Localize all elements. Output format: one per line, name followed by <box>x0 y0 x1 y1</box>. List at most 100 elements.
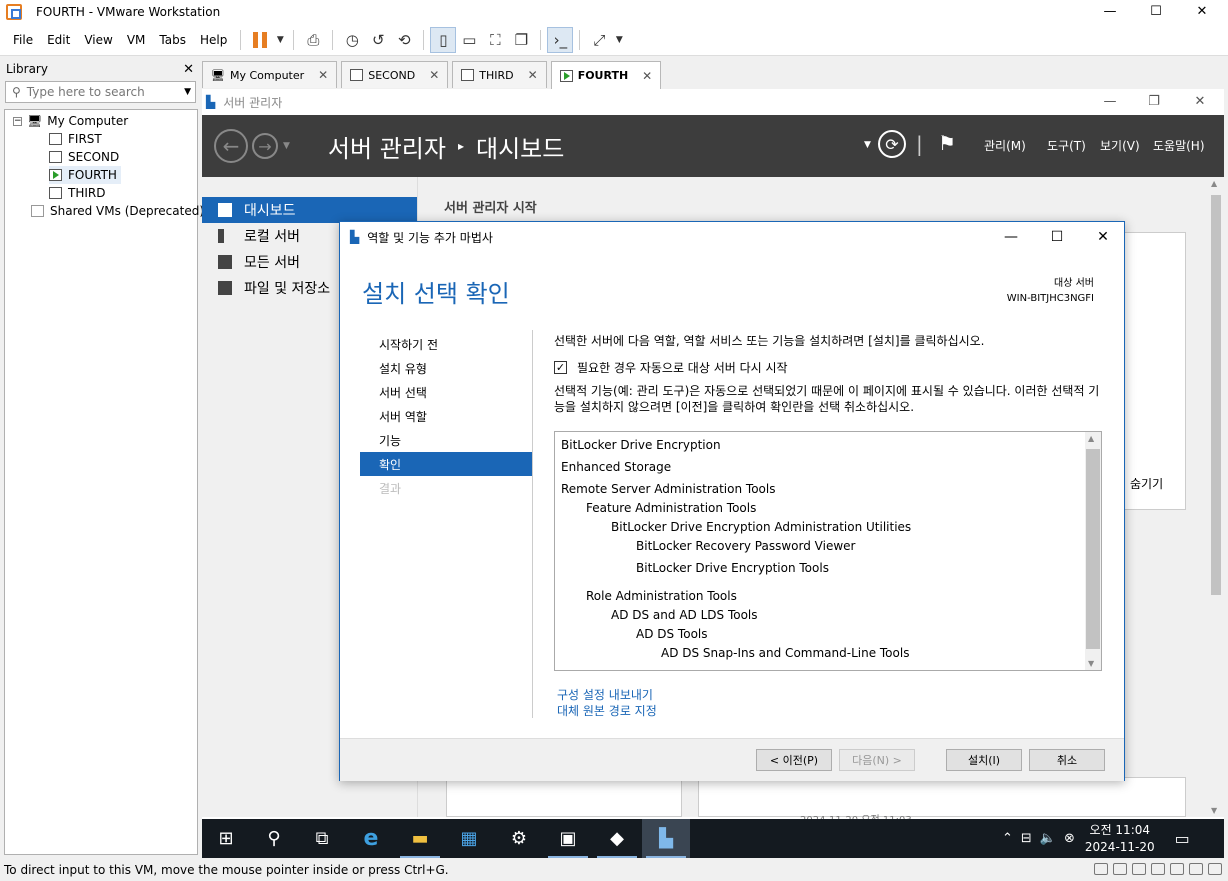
revert-snapshot-icon[interactable]: ↺ <box>365 27 391 53</box>
tab-close-icon[interactable]: ✕ <box>429 68 439 82</box>
menu-tools[interactable]: 도구(T) <box>1047 137 1086 154</box>
wizard-minimize-button[interactable]: — <box>988 222 1034 252</box>
menu-vm[interactable]: VM <box>120 33 153 47</box>
error-icon[interactable]: ⊗ <box>1064 831 1075 846</box>
tree-item-fourth[interactable]: FOURTH <box>49 166 121 184</box>
features-list[interactable]: BitLocker Drive Encryption Enhanced Stor… <box>554 431 1102 671</box>
cancel-button[interactable]: 취소 <box>1029 749 1105 771</box>
close-button[interactable]: ✕ <box>1180 0 1224 24</box>
export-settings-link[interactable]: 구성 설정 내보내기 <box>557 686 653 703</box>
search-dropdown-icon[interactable]: ▼ <box>184 87 191 97</box>
file-explorer-icon[interactable]: ▬ <box>396 819 444 858</box>
tray-chevron-icon[interactable]: ⌃ <box>1002 831 1013 846</box>
search-icon[interactable]: ⚲ <box>250 819 298 858</box>
history-dropdown-icon[interactable]: ▼ <box>283 141 290 151</box>
clock[interactable]: 오전 11:04 2024-11-20 <box>1085 822 1155 856</box>
library-search-input[interactable]: ⚲ Type here to search ▼ <box>5 81 196 103</box>
network-adapter-icon[interactable] <box>1132 863 1146 875</box>
menu-edit[interactable]: Edit <box>40 33 77 47</box>
list-scrollbar[interactable]: ▲ ▼ <box>1085 432 1101 670</box>
menu-tabs[interactable]: Tabs <box>152 33 193 47</box>
wizard-maximize-button[interactable]: ☐ <box>1034 222 1080 252</box>
wizard-close-button[interactable]: ✕ <box>1080 222 1126 252</box>
previous-button[interactable]: < 이전(P) <box>756 749 832 771</box>
tab-third[interactable]: THIRD ✕ <box>452 61 547 88</box>
window-app-icon[interactable]: ▣ <box>544 819 592 858</box>
menu-help[interactable]: Help <box>193 33 234 47</box>
content-scrollbar[interactable]: ▲ ▼ <box>1208 177 1224 817</box>
menu-help[interactable]: 도움말(H) <box>1153 137 1205 154</box>
library-close-icon[interactable]: ✕ <box>183 62 194 77</box>
menu-view[interactable]: View <box>77 33 119 47</box>
console-view-icon[interactable]: ›_ <box>547 26 574 53</box>
snapshot-manager-icon[interactable]: ⟲ <box>391 27 417 53</box>
cdrom-icon[interactable] <box>1113 863 1127 875</box>
maximize-button[interactable]: ☐ <box>1134 0 1178 24</box>
alternate-source-link[interactable]: 대체 원본 경로 지정 <box>557 702 657 719</box>
display-icon[interactable] <box>1189 863 1203 875</box>
server-manager-app-icon[interactable]: ▦ <box>445 819 493 858</box>
show-library-icon[interactable]: ▯ <box>430 26 457 53</box>
nav-dashboard[interactable]: 대시보드 <box>202 197 417 223</box>
sm-restore-button[interactable]: ❐ <box>1132 89 1176 115</box>
forward-arrow-icon[interactable]: → <box>252 133 278 159</box>
step-before-you-begin[interactable]: 시작하기 전 <box>360 332 532 356</box>
settings-gear-icon[interactable]: ⚙ <box>495 819 543 858</box>
step-server-selection[interactable]: 서버 선택 <box>360 380 532 404</box>
hdd-icon[interactable] <box>1094 863 1108 875</box>
refresh-icon[interactable]: ⟳ <box>878 130 906 158</box>
volume-muted-icon[interactable]: 🔈 <box>1040 831 1056 846</box>
hide-link[interactable]: 숨기기 <box>1130 475 1163 492</box>
install-button[interactable]: 설치(I) <box>946 749 1022 771</box>
tab-fourth[interactable]: FOURTH ✕ <box>550 61 662 89</box>
pause-icon[interactable] <box>247 27 273 53</box>
menu-manage[interactable]: 관리(M) <box>984 137 1026 154</box>
send-ctrl-alt-del-icon[interactable]: ⎙ <box>300 27 326 53</box>
tab-close-icon[interactable]: ✕ <box>528 68 538 82</box>
thumbnail-bar-icon[interactable]: ▭ <box>456 27 482 53</box>
tree-item-first[interactable]: FIRST <box>49 130 102 148</box>
checkbox-checked-icon[interactable]: ✓ <box>554 361 567 374</box>
start-windows-icon[interactable]: ⊞ <box>202 819 250 858</box>
message-icon[interactable] <box>1208 863 1222 875</box>
notification-center-icon[interactable]: ▭ <box>1175 829 1190 848</box>
notifications-flag-icon[interactable]: ⚑ <box>938 131 956 155</box>
refresh-dropdown-icon[interactable]: ▼ <box>864 140 871 150</box>
menu-view[interactable]: 보기(V) <box>1100 137 1140 154</box>
step-confirmation[interactable]: 확인 <box>360 452 532 476</box>
scroll-up-icon[interactable]: ▲ <box>1088 434 1094 443</box>
stretch-dropdown-icon[interactable]: ▼ <box>612 27 626 53</box>
menu-file[interactable]: File <box>6 33 40 47</box>
full-screen-icon[interactable]: ⛶ <box>482 27 508 53</box>
pause-dropdown-icon[interactable]: ▼ <box>273 27 287 53</box>
sound-icon[interactable] <box>1170 863 1184 875</box>
tree-item-third[interactable]: THIRD <box>49 184 105 202</box>
restart-checkbox[interactable]: ✓ 필요한 경우 자동으로 대상 서버 다시 시작 <box>554 359 788 376</box>
usb-icon[interactable] <box>1151 863 1165 875</box>
scroll-down-icon[interactable]: ▼ <box>1088 659 1094 668</box>
unity-icon[interactable]: ❐ <box>508 27 534 53</box>
back-arrow-icon[interactable]: ← <box>214 129 248 163</box>
step-server-roles[interactable]: 서버 역할 <box>360 404 532 428</box>
installer-icon[interactable]: ◆ <box>593 819 641 858</box>
tab-close-icon[interactable]: ✕ <box>318 68 328 82</box>
list-item: AD DS and AD LDS Tools <box>611 608 758 622</box>
sm-minimize-button[interactable]: — <box>1088 89 1132 115</box>
step-installation-type[interactable]: 설치 유형 <box>360 356 532 380</box>
collapse-icon[interactable]: − <box>13 116 22 126</box>
tab-second[interactable]: SECOND ✕ <box>341 61 449 88</box>
internet-explorer-icon[interactable]: e <box>347 819 395 858</box>
sm-close-button[interactable]: ✕ <box>1178 89 1222 115</box>
tree-item-second[interactable]: SECOND <box>49 148 119 166</box>
tree-item-shared-vms[interactable]: Shared VMs (Deprecated) <box>31 202 204 220</box>
tree-item-my-computer[interactable]: − 🖥 My Computer <box>13 112 128 130</box>
step-features[interactable]: 기능 <box>360 428 532 452</box>
wizard-app-icon[interactable]: ▙ <box>642 819 690 858</box>
network-icon[interactable]: ⊟ <box>1021 831 1032 846</box>
stretch-guest-icon[interactable]: ⤢ <box>586 27 612 53</box>
snapshot-icon[interactable]: ◷ <box>339 27 365 53</box>
tab-close-icon[interactable]: ✕ <box>642 69 652 83</box>
tab-my-computer[interactable]: 🖥 My Computer ✕ <box>202 61 338 88</box>
task-view-icon[interactable]: ⧉ <box>298 819 346 858</box>
minimize-button[interactable]: — <box>1088 0 1132 24</box>
